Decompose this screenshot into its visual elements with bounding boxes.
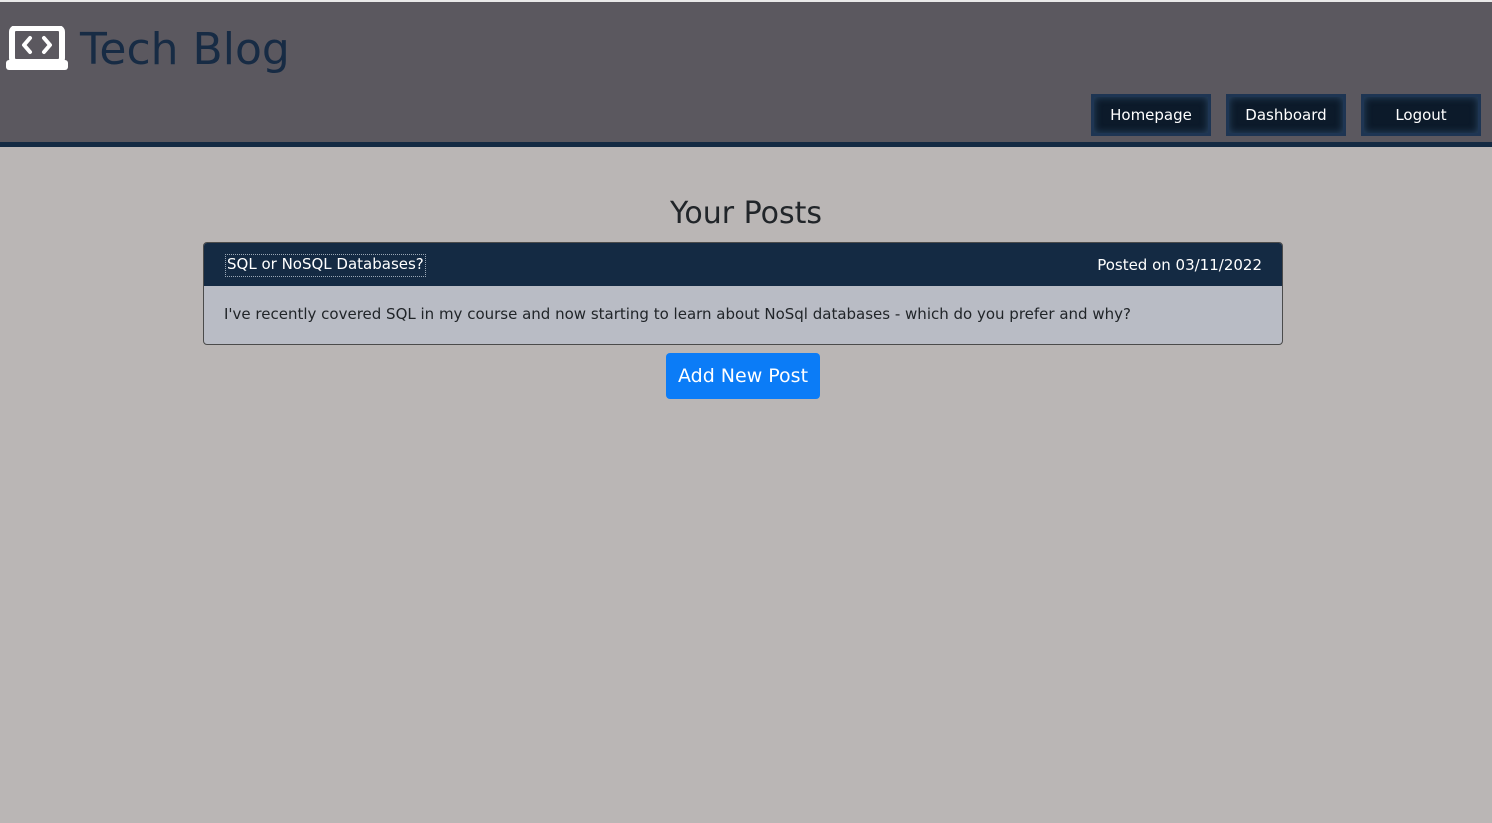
site-title[interactable]: Tech Blog — [80, 22, 290, 78]
dashboard-button[interactable]: Dashboard — [1226, 94, 1346, 136]
post-body-text: I've recently covered SQL in my course a… — [224, 305, 1131, 323]
post-date: Posted on 03/11/2022 — [1097, 256, 1262, 274]
homepage-button[interactable]: Homepage — [1091, 94, 1211, 136]
post-card[interactable]: SQL or NoSQL Databases? Posted on 03/11/… — [203, 242, 1283, 345]
laptop-code-icon — [6, 26, 68, 70]
logout-button[interactable]: Logout — [1361, 94, 1481, 136]
page-title: Your Posts — [670, 196, 822, 231]
post-title-link[interactable]: SQL or NoSQL Databases? — [225, 254, 426, 277]
add-new-post-button[interactable]: Add New Post — [666, 353, 820, 399]
post-card-header: SQL or NoSQL Databases? Posted on 03/11/… — [204, 243, 1282, 286]
header-divider — [0, 142, 1492, 147]
